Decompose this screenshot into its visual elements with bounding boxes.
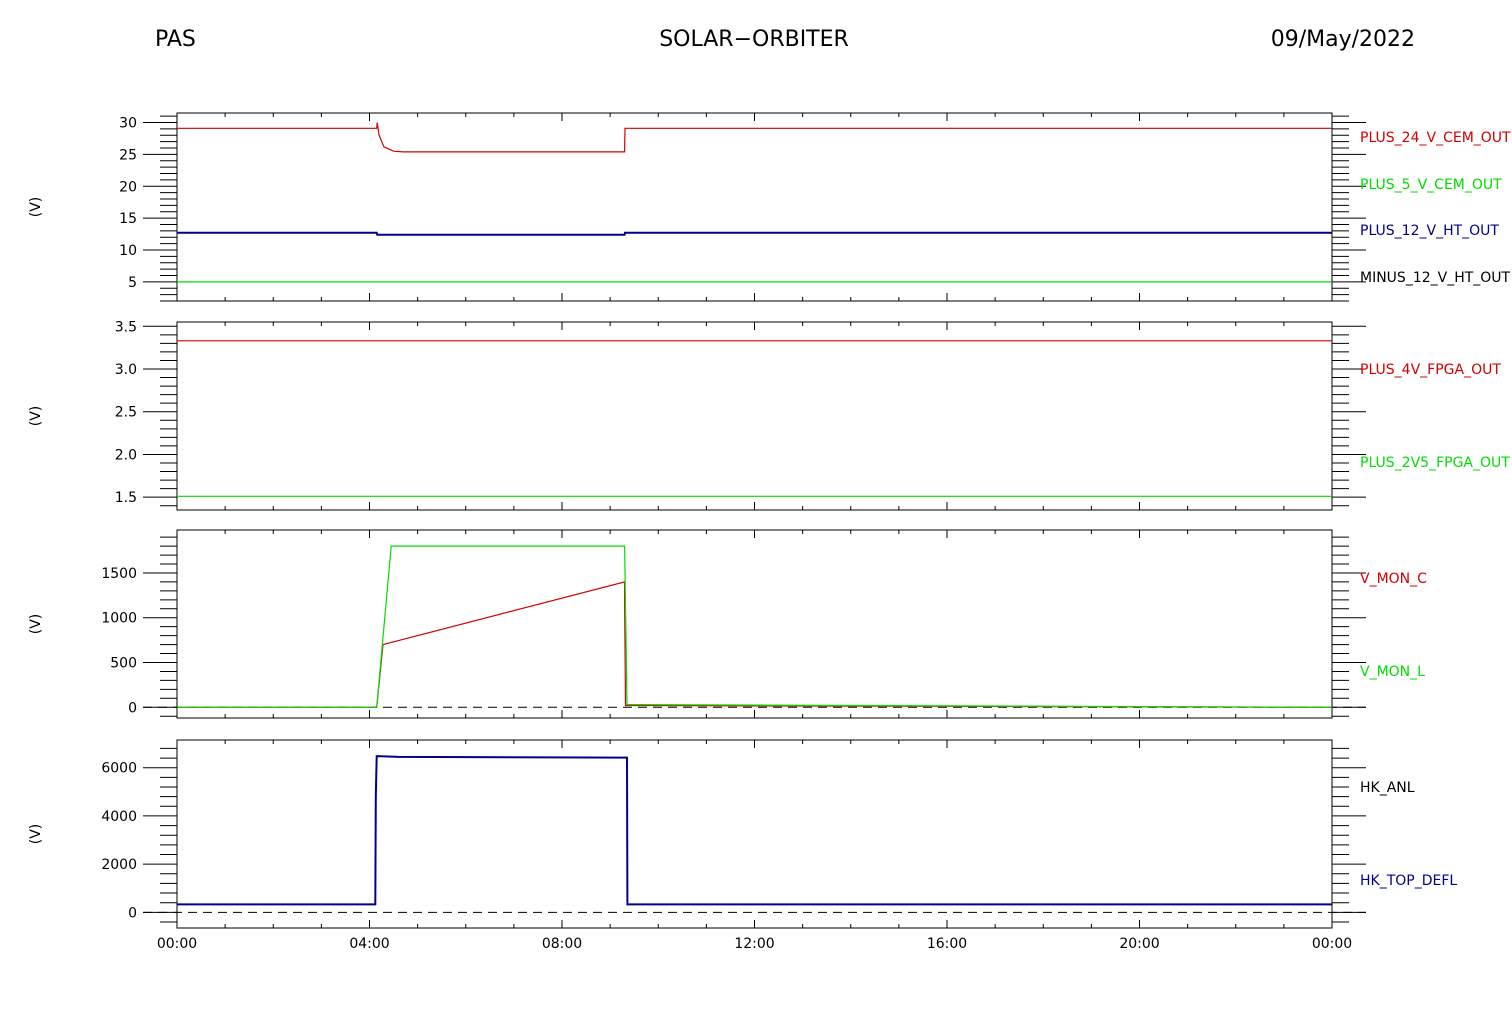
y-tick-label: 1.5 <box>115 490 137 506</box>
panel-1: 5 10 15 20 25 30 (V) PLUS_24_V_CEM_OUT PLUS_5_V_… <box>28 112 1511 302</box>
y-axis-label: (V) <box>28 824 44 845</box>
series-label-plus-12-v-ht-out: PLUS_12_V_HT_OUT <box>1360 223 1499 239</box>
series-label-hk-top-defl: HK_TOP_DEFL <box>1360 873 1457 889</box>
y-tick-label: 500 <box>110 655 137 671</box>
chart-panels: 5 10 15 20 25 30 (V) PLUS_24_V_CEM_OUT PLUS_5_V_… <box>28 112 1511 952</box>
x-tick-label: 00:00 <box>1312 936 1352 952</box>
x-tick-label: 08:00 <box>542 936 582 952</box>
x-tick-label: 00:00 <box>157 936 197 952</box>
panel-frame <box>176 112 1333 302</box>
panel-frame <box>176 321 1333 511</box>
y-tick-label: 2.0 <box>115 447 137 463</box>
y-tick-label: 20 <box>119 179 137 195</box>
y-tick-label: 2.5 <box>115 405 137 421</box>
x-tick-label: 04:00 <box>349 936 389 952</box>
series-label-v-mon-l: V_MON_L <box>1360 664 1425 680</box>
y-tick-label: 3.5 <box>115 319 137 335</box>
series-label-minus-12-v-ht-out: MINUS_12_V_HT_OUT <box>1360 270 1511 286</box>
series-line-v-mon-c <box>177 581 1333 708</box>
series-line-plus-12-v-ht-out <box>177 231 1332 236</box>
series-label-plus-5-v-cem-out: PLUS_5_V_CEM_OUT <box>1360 177 1502 193</box>
panel-4: 00:00 04:00 08:00 12:00 16:00 20:00 00:00 0 2000… <box>28 739 1457 952</box>
y-tick-label: 6000 <box>101 761 137 777</box>
panel-frame <box>176 739 1333 929</box>
housekeeping-chart: PAS SOLAR−ORBITER 09/May/2022 5 10 15 20 25 3… <box>28 27 1511 952</box>
x-tick-label: 16:00 <box>927 936 967 952</box>
y-tick-label: 5 <box>128 275 137 291</box>
series-label-plus-24-v-cem-out: PLUS_24_V_CEM_OUT <box>1360 130 1511 146</box>
x-tick-label: 12:00 <box>734 936 774 952</box>
header-instrument: PAS <box>155 27 196 52</box>
y-tick-label: 30 <box>119 116 137 132</box>
panel-3: 0 500 1000 1500 (V) V_MON_C V_MON_L <box>28 529 1427 719</box>
series-label-hk-anl: HK_ANL <box>1360 780 1415 796</box>
y-axis-label: (V) <box>28 197 44 218</box>
y-tick-label: 10 <box>119 243 137 259</box>
y-tick-label: 1500 <box>101 566 137 582</box>
y-axis-label: (V) <box>28 406 44 427</box>
series-line-v-mon-l <box>177 545 1333 708</box>
y-axis-label: (V) <box>28 614 44 635</box>
y-tick-label: 15 <box>119 211 137 227</box>
series-line-hk-top-defl <box>177 755 1332 906</box>
y-tick-label: 3.0 <box>115 362 137 378</box>
y-tick-label: 2000 <box>101 857 137 873</box>
y-tick-label: 25 <box>119 147 137 163</box>
y-tick-label: 0 <box>128 905 137 921</box>
series-label-plus-4v-fpga-out: PLUS_4V_FPGA_OUT <box>1360 362 1501 378</box>
y-tick-label: 1000 <box>101 611 137 627</box>
x-tick-label: 20:00 <box>1119 936 1159 952</box>
series-label-plus-2v5-fpga-out: PLUS_2V5_FPGA_OUT <box>1360 455 1510 471</box>
y-tick-label: 4000 <box>101 809 137 825</box>
header-date: 09/May/2022 <box>1271 27 1415 52</box>
panel-frame <box>176 529 1333 719</box>
series-line-plus-24-v-cem-out <box>177 122 1332 153</box>
panel-2: 1.5 2.0 2.5 3.0 3.5 (V) PLUS_4V_FPGA_OUT PLUS_2… <box>28 319 1510 511</box>
header-mission: SOLAR−ORBITER <box>659 27 849 52</box>
y-tick-label: 0 <box>128 700 137 716</box>
series-label-v-mon-c: V_MON_C <box>1360 571 1427 587</box>
